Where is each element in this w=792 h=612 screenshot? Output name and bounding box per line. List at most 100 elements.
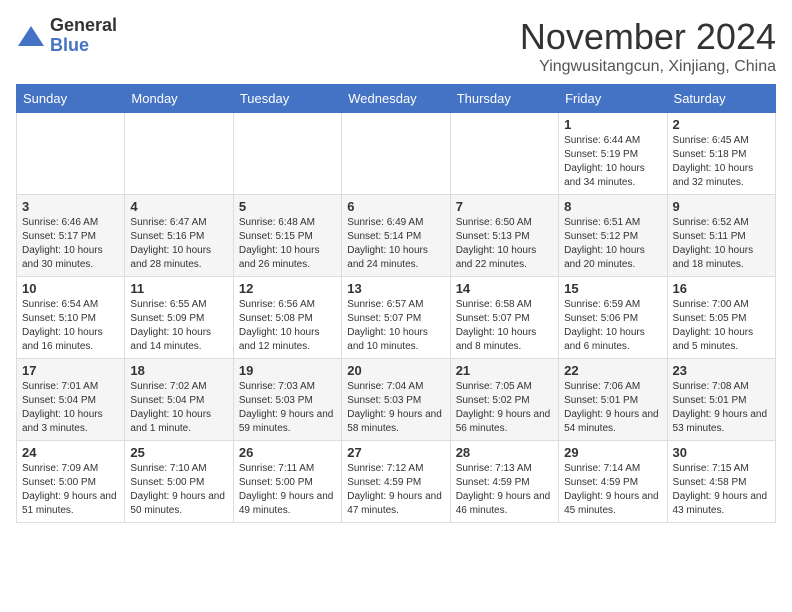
day-info: Sunrise: 6:45 AM Sunset: 5:18 PM Dayligh… [673,134,770,190]
logo-general: General [50,15,117,35]
day-number: 12 [239,281,336,296]
day-info: Sunrise: 6:51 AM Sunset: 5:12 PM Dayligh… [564,216,661,272]
weekday-header-thursday: Thursday [450,85,558,113]
calendar-cell: 21 Sunrise: 7:05 AM Sunset: 5:02 PM Dayli… [450,359,558,441]
calendar-cell: 7Sunrise: 6:50 AM Sunset: 5:13 PM Daylig… [450,195,558,277]
day-info: Sunrise: 7:06 AM Sunset: 5:01 PM Dayligh… [564,380,661,436]
weekday-header-sunday: Sunday [17,85,125,113]
weekday-header-friday: Friday [559,85,667,113]
day-info: Sunrise: 7:03 AM Sunset: 5:03 PM Dayligh… [239,380,336,436]
calendar-cell [17,113,125,195]
day-number: 27 [347,445,444,460]
day-number: 3 [22,199,119,214]
day-number: 28 [456,445,553,460]
calendar-week-row: 17Sunrise: 7:01 AM Sunset: 5:04 PM Dayli… [17,359,776,441]
calendar-cell: 30 Sunrise: 7:15 AM Sunset: 4:58 PM Dayli… [667,441,775,523]
calendar-week-row: 3 Sunrise: 6:46 AM Sunset: 5:17 PM Daylig… [17,195,776,277]
calendar-cell: 20Sunrise: 7:04 AM Sunset: 5:03 PM Dayli… [342,359,450,441]
calendar-cell: 29 Sunrise: 7:14 AM Sunset: 4:59 PM Dayli… [559,441,667,523]
day-number: 1 [564,117,661,132]
day-info: Sunrise: 7:08 AM Sunset: 5:01 PM Dayligh… [673,380,770,436]
day-info: Sunrise: 7:02 AM Sunset: 5:04 PM Dayligh… [130,380,227,436]
logo-blue: Blue [50,35,89,55]
day-number: 4 [130,199,227,214]
calendar-week-row: 24 Sunrise: 7:09 AM Sunset: 5:00 PM Dayli… [17,441,776,523]
calendar-cell: 14 Sunrise: 6:58 AM Sunset: 5:07 PM Dayli… [450,277,558,359]
calendar-cell: 19 Sunrise: 7:03 AM Sunset: 5:03 PM Dayli… [233,359,341,441]
day-info: Sunrise: 7:09 AM Sunset: 5:00 PM Dayligh… [22,462,119,518]
calendar-cell: 27 Sunrise: 7:12 AM Sunset: 4:59 PM Dayli… [342,441,450,523]
day-number: 6 [347,199,444,214]
day-number: 11 [130,281,227,296]
day-number: 23 [673,363,770,378]
day-info: Sunrise: 7:15 AM Sunset: 4:58 PM Dayligh… [673,462,770,518]
weekday-header-tuesday: Tuesday [233,85,341,113]
calendar-cell: 24 Sunrise: 7:09 AM Sunset: 5:00 PM Dayli… [17,441,125,523]
day-info: Sunrise: 7:12 AM Sunset: 4:59 PM Dayligh… [347,462,444,518]
calendar-table: SundayMondayTuesdayWednesdayThursdayFrid… [16,84,776,523]
weekday-header-wednesday: Wednesday [342,85,450,113]
calendar-cell: 4 Sunrise: 6:47 AM Sunset: 5:16 PM Daylig… [125,195,233,277]
day-info: Sunrise: 7:14 AM Sunset: 4:59 PM Dayligh… [564,462,661,518]
day-number: 19 [239,363,336,378]
day-info: Sunrise: 7:00 AM Sunset: 5:05 PM Dayligh… [673,298,770,354]
day-number: 30 [673,445,770,460]
calendar-cell: 12 Sunrise: 6:56 AM Sunset: 5:08 PM Dayli… [233,277,341,359]
page-header: General Blue November 2024 Yingwusitangc… [16,16,776,76]
calendar-week-row: 1Sunrise: 6:44 AM Sunset: 5:19 PM Daylig… [17,113,776,195]
day-number: 26 [239,445,336,460]
day-number: 29 [564,445,661,460]
calendar-week-row: 10Sunrise: 6:54 AM Sunset: 5:10 PM Dayli… [17,277,776,359]
day-number: 15 [564,281,661,296]
logo-icon [16,24,46,48]
day-info: Sunrise: 6:49 AM Sunset: 5:14 PM Dayligh… [347,216,444,272]
day-number: 10 [22,281,119,296]
weekday-header-saturday: Saturday [667,85,775,113]
calendar-cell: 3 Sunrise: 6:46 AM Sunset: 5:17 PM Daylig… [17,195,125,277]
day-number: 14 [456,281,553,296]
calendar-cell: 6 Sunrise: 6:49 AM Sunset: 5:14 PM Daylig… [342,195,450,277]
calendar-cell: 9 Sunrise: 6:52 AM Sunset: 5:11 PM Daylig… [667,195,775,277]
calendar-cell [450,113,558,195]
day-info: Sunrise: 6:59 AM Sunset: 5:06 PM Dayligh… [564,298,661,354]
weekday-header-row: SundayMondayTuesdayWednesdayThursdayFrid… [17,85,776,113]
calendar-cell: 23 Sunrise: 7:08 AM Sunset: 5:01 PM Dayli… [667,359,775,441]
day-info: Sunrise: 6:46 AM Sunset: 5:17 PM Dayligh… [22,216,119,272]
day-number: 5 [239,199,336,214]
calendar-cell [233,113,341,195]
calendar-cell: 17Sunrise: 7:01 AM Sunset: 5:04 PM Dayli… [17,359,125,441]
calendar-cell: 26 Sunrise: 7:11 AM Sunset: 5:00 PM Dayli… [233,441,341,523]
calendar-cell: 18Sunrise: 7:02 AM Sunset: 5:04 PM Dayli… [125,359,233,441]
weekday-header-monday: Monday [125,85,233,113]
day-info: Sunrise: 7:05 AM Sunset: 5:02 PM Dayligh… [456,380,553,436]
day-info: Sunrise: 7:04 AM Sunset: 5:03 PM Dayligh… [347,380,444,436]
day-info: Sunrise: 6:58 AM Sunset: 5:07 PM Dayligh… [456,298,553,354]
day-info: Sunrise: 7:13 AM Sunset: 4:59 PM Dayligh… [456,462,553,518]
day-number: 2 [673,117,770,132]
day-info: Sunrise: 6:52 AM Sunset: 5:11 PM Dayligh… [673,216,770,272]
calendar-cell: 5 Sunrise: 6:48 AM Sunset: 5:15 PM Daylig… [233,195,341,277]
day-number: 21 [456,363,553,378]
logo: General Blue [16,16,117,56]
day-number: 17 [22,363,119,378]
calendar-cell: 13Sunrise: 6:57 AM Sunset: 5:07 PM Dayli… [342,277,450,359]
calendar-cell: 28 Sunrise: 7:13 AM Sunset: 4:59 PM Dayli… [450,441,558,523]
calendar-cell: 8Sunrise: 6:51 AM Sunset: 5:12 PM Daylig… [559,195,667,277]
calendar-cell: 22 Sunrise: 7:06 AM Sunset: 5:01 PM Dayli… [559,359,667,441]
calendar-cell: 16Sunrise: 7:00 AM Sunset: 5:05 PM Dayli… [667,277,775,359]
day-info: Sunrise: 6:57 AM Sunset: 5:07 PM Dayligh… [347,298,444,354]
calendar-cell [125,113,233,195]
day-number: 22 [564,363,661,378]
day-number: 24 [22,445,119,460]
day-info: Sunrise: 7:10 AM Sunset: 5:00 PM Dayligh… [130,462,227,518]
calendar-cell: 10Sunrise: 6:54 AM Sunset: 5:10 PM Dayli… [17,277,125,359]
calendar-cell: 11Sunrise: 6:55 AM Sunset: 5:09 PM Dayli… [125,277,233,359]
month-title: November 2024 [520,16,776,58]
day-info: Sunrise: 7:11 AM Sunset: 5:00 PM Dayligh… [239,462,336,518]
day-info: Sunrise: 6:48 AM Sunset: 5:15 PM Dayligh… [239,216,336,272]
day-number: 9 [673,199,770,214]
day-info: Sunrise: 6:56 AM Sunset: 5:08 PM Dayligh… [239,298,336,354]
day-number: 25 [130,445,227,460]
calendar-cell: 1Sunrise: 6:44 AM Sunset: 5:19 PM Daylig… [559,113,667,195]
day-info: Sunrise: 6:47 AM Sunset: 5:16 PM Dayligh… [130,216,227,272]
